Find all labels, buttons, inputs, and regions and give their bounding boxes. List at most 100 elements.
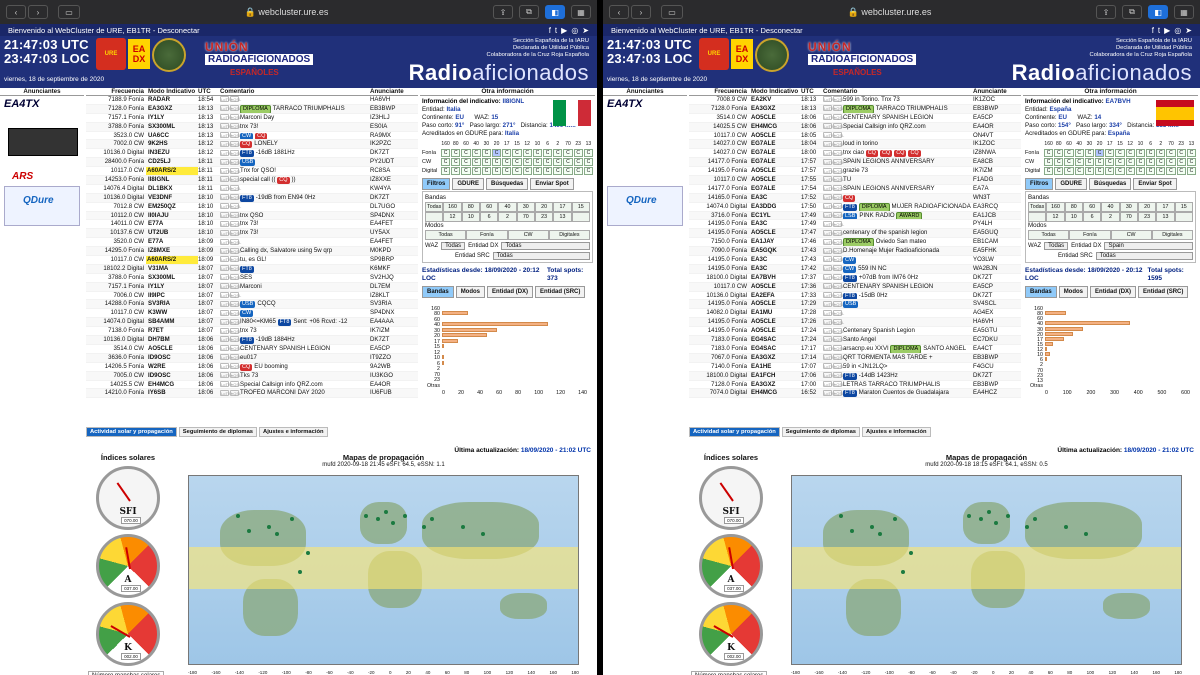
- callsign[interactable]: AO5CLE: [749, 114, 801, 122]
- entity-dx-select[interactable]: Todas: [501, 242, 590, 250]
- table-row[interactable]: 14074.0 Digital SB4AMM 18:07 LoTWeQSLIN80<=…: [86, 318, 418, 328]
- grid-cell[interactable]: C: [441, 149, 451, 157]
- callsign[interactable]: AO5CLE: [146, 345, 198, 353]
- table-row[interactable]: 14027.0 CW EG7ALE 18:00 LoTWeQSLtnx ciao CQ…: [689, 149, 1021, 159]
- spotter[interactable]: 9A2WB: [368, 363, 418, 371]
- grid-cell[interactable]: C: [451, 149, 461, 157]
- spotter[interactable]: F4GCU: [971, 363, 1021, 371]
- table-row[interactable]: 14195.0 Fonía AO5CLE 17:26 LoTWeQSL HA6VH: [689, 318, 1021, 328]
- grid-cell[interactable]: C: [1105, 158, 1115, 166]
- grid-cell[interactable]: C: [1135, 158, 1145, 166]
- stats-tab-entsrc[interactable]: Entidad (SRC): [535, 286, 586, 298]
- spotter[interactable]: EB3BWP: [368, 105, 418, 113]
- table-row[interactable]: 10117.0 CW AO5CLE 18:05 LoTWeQSL ON4VT: [689, 132, 1021, 141]
- callsign[interactable]: AO5CLE: [749, 327, 801, 335]
- spotter[interactable]: SV2HJQ: [368, 274, 418, 282]
- grid-cell[interactable]: C: [583, 149, 593, 157]
- spotter[interactable]: EA1JCB: [971, 212, 1021, 220]
- qdure-ad[interactable]: QDure: [607, 186, 683, 226]
- spotter[interactable]: SV4SCL: [971, 300, 1021, 308]
- grid-cell[interactable]: C: [1145, 149, 1156, 157]
- callsign[interactable]: E77A: [146, 238, 198, 246]
- grid-cell[interactable]: C: [481, 167, 491, 175]
- table-row[interactable]: 14025.5 CW EH4MCG 18:06 LoTWeQSLSpecial Cal…: [86, 381, 418, 390]
- grid-cell[interactable]: C: [1084, 158, 1094, 166]
- telegram-icon[interactable]: ➤: [1185, 26, 1192, 35]
- spotter[interactable]: EA5CP: [368, 345, 418, 353]
- spotter[interactable]: ES0IA: [368, 123, 418, 131]
- spotter[interactable]: EA4CT: [971, 345, 1021, 353]
- callsign[interactable]: 9K2HS: [146, 140, 198, 148]
- band-todas[interactable]: Todas: [425, 202, 444, 212]
- tab-diplomas[interactable]: Seguimiento de diplomas: [178, 427, 258, 437]
- table-row[interactable]: 3716.0 Fonía EC1YL 17:49 LoTWeQSLLSB PINK RA…: [689, 211, 1021, 221]
- callsign[interactable]: SX300ML: [146, 274, 198, 282]
- table-row[interactable]: 14210.0 Fonía IY6SB 18:06 LoTWeQSLTROFEO MA…: [86, 389, 418, 399]
- grid-cell[interactable]: C: [573, 149, 583, 157]
- table-row[interactable]: 7183.0 Fonía EG4SAC 17:24 LoTWeQSLSanto Ang…: [689, 336, 1021, 345]
- table-row[interactable]: 14195.0 Fonía AO5CLE 17:57 LoTWeQSLgrazie 7…: [689, 167, 1021, 177]
- waz-select[interactable]: Todas: [1044, 242, 1069, 250]
- callsign[interactable]: IN3EZU: [146, 149, 198, 157]
- grid-cell[interactable]: C: [1186, 167, 1196, 175]
- stats-tab-bandas[interactable]: Bandas: [422, 286, 454, 298]
- twitter-icon[interactable]: t: [1158, 26, 1160, 35]
- spotter[interactable]: IK2PZC: [368, 140, 418, 148]
- grid-cell[interactable]: C: [1186, 149, 1196, 157]
- grid-cell[interactable]: C: [532, 149, 542, 157]
- table-row[interactable]: 14025.5 CW EH4MCG 18:06 LoTWeQSLSpecial Cal…: [689, 122, 1021, 132]
- table-row[interactable]: 14082.0 Digital EA1MU 17:28 LoTWeQSL AG4EX: [689, 309, 1021, 319]
- callsign[interactable]: II9IPC: [146, 292, 198, 300]
- grid-cell[interactable]: C: [1084, 149, 1094, 157]
- spotter[interactable]: EB1CAM: [971, 238, 1021, 246]
- table-row[interactable]: 7074.0 Digital EH4MCG 16:52 LoTWeQSLFT8 Mara…: [689, 389, 1021, 399]
- twitter-icon[interactable]: t: [555, 26, 557, 35]
- welcome-text-2[interactable]: Bienvenido al WebCluster de URE, EB1TR -…: [611, 26, 803, 35]
- table-row[interactable]: 14195.0 Fonía AO5CLE 17:47 LoTWeQSLcentenar…: [689, 229, 1021, 239]
- table-row[interactable]: 14195.0 Fonía EA3C 17:49 LoTWeQSL PY4LH: [689, 220, 1021, 230]
- grid-cell[interactable]: C: [1054, 158, 1064, 166]
- url-bar-2[interactable]: 🔒 webcluster.ure.es: [683, 7, 1096, 18]
- grid-cell[interactable]: C: [1044, 167, 1054, 175]
- entity-dx-select[interactable]: Spain: [1104, 242, 1193, 250]
- spotter[interactable]: EA4HCZ: [971, 389, 1021, 397]
- spotter[interactable]: KW4YA: [368, 185, 418, 193]
- grid-cell[interactable]: C: [491, 167, 502, 175]
- spotter[interactable]: EA4FET: [368, 238, 418, 246]
- spotter[interactable]: DK7ZT: [368, 149, 418, 157]
- entity-src-select[interactable]: Todas: [492, 252, 590, 260]
- spotter[interactable]: HA6VH: [368, 96, 418, 104]
- tab-busquedas[interactable]: Búsquedas: [1089, 178, 1132, 190]
- telegram-icon[interactable]: ➤: [582, 26, 589, 35]
- spotter[interactable]: IT9ZZO: [368, 354, 418, 362]
- callsign[interactable]: EG4SAC: [749, 345, 801, 353]
- table-row[interactable]: 7183.0 Fonía EG4SAC 17:17 LoTWeQSLarsacnp.e…: [689, 344, 1021, 354]
- spotter[interactable]: EB3BWP: [971, 105, 1021, 113]
- callsign[interactable]: EG7ALE: [749, 185, 801, 193]
- spotter[interactable]: IK1ZOC: [971, 140, 1021, 148]
- grid-cell[interactable]: C: [1064, 149, 1074, 157]
- grid-cell[interactable]: C: [522, 149, 532, 157]
- share-icon[interactable]: ⇪: [493, 5, 513, 19]
- callsign[interactable]: W2RE: [146, 363, 198, 371]
- table-row[interactable]: 7138.0 Fonía R7ET 18:07 LoTWeQSLtnx 73 IK7I…: [86, 327, 418, 337]
- table-row[interactable]: 3636.0 Fonía ID9OSC 18:06 LoTWeQSLeu017 IT9…: [86, 353, 418, 363]
- callsign[interactable]: EH4MCG: [749, 389, 801, 397]
- callsign[interactable]: EA3C: [749, 194, 801, 202]
- grid-cell[interactable]: C: [491, 158, 502, 166]
- grid-cell[interactable]: C: [1064, 167, 1074, 175]
- spotter[interactable]: IK7IZM: [368, 327, 418, 335]
- table-row[interactable]: 7157.1 Fonía IY1LY 18:13 LoTWeQSLMarconi Da…: [86, 114, 418, 123]
- table-row[interactable]: 7005.0 CW ID9OSC 18:06 LoTWeQSLTks 73 IU3KG…: [86, 371, 418, 381]
- table-row[interactable]: 10136.0 Digital VE3DNF 18:10 LoTWeQSLFT8 -19…: [86, 193, 418, 203]
- table-row[interactable]: 3520.0 CW E77A 18:09 LoTWeQSL EA4FET: [86, 238, 418, 248]
- table-row[interactable]: 28400.0 Fonía CD25LJ 18:11 LoTWeQSLUSB PY2UD…: [86, 158, 418, 168]
- back-icon[interactable]: ‹: [609, 5, 629, 19]
- table-row[interactable]: 10136.0 Digital EA2EFA 17:33 LoTWeQSLFT8 -15…: [689, 292, 1021, 301]
- spotter[interactable]: IZ3HLJ: [368, 114, 418, 122]
- spotter[interactable]: DK7ZT: [368, 194, 418, 202]
- table-row[interactable]: 7150.0 Fonía EA1JAY 17:46 LoTWeQSL DIPLOMA Ov…: [689, 238, 1021, 248]
- grid-cell[interactable]: C: [441, 158, 451, 166]
- spotter[interactable]: EA4FET: [368, 220, 418, 228]
- tab-overview-icon[interactable]: ▦: [1174, 5, 1194, 19]
